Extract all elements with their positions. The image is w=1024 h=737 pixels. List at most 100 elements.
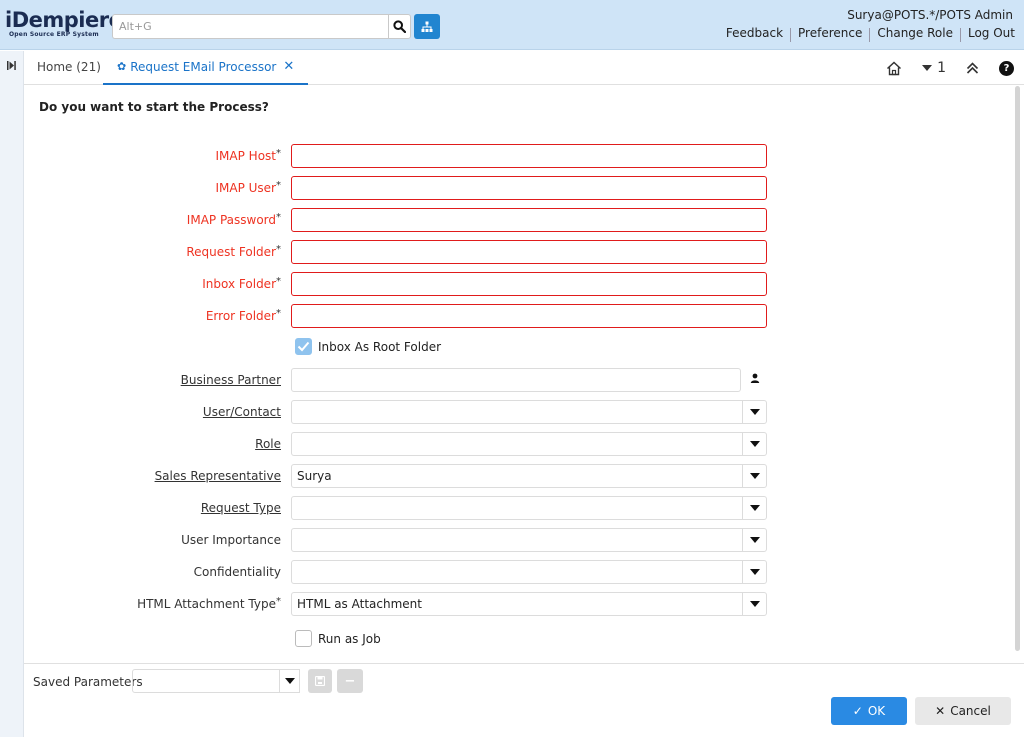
- user-importance-select[interactable]: [291, 528, 767, 552]
- cancel-label: Cancel: [950, 704, 991, 718]
- sales-rep-label[interactable]: Sales Representative: [155, 469, 281, 483]
- caret-down-icon: [750, 505, 760, 511]
- user-contact-row: User/Contact: [24, 400, 1020, 424]
- request-type-label[interactable]: Request Type: [201, 501, 281, 515]
- double-chevron-up-icon[interactable]: [966, 62, 979, 74]
- sales-rep-row: Sales Representative Surya: [24, 464, 1020, 488]
- user-importance-row: User Importance: [24, 528, 1020, 552]
- saved-parameters-select[interactable]: [132, 669, 280, 693]
- global-search-input[interactable]: Alt+G: [112, 14, 388, 39]
- check-icon: ✓: [852, 704, 863, 718]
- request-folder-input[interactable]: [291, 240, 767, 264]
- html-attachment-type-label: HTML Attachment Type*: [137, 596, 281, 611]
- imap-user-row: IMAP User*: [24, 176, 1020, 200]
- run-as-job-row[interactable]: Run as Job: [295, 630, 381, 647]
- imap-host-input[interactable]: [291, 144, 767, 168]
- logo-subtitle: Open Source ERP System: [9, 31, 99, 38]
- business-partner-row: Business Partner: [24, 368, 1020, 392]
- close-icon: ✕: [935, 704, 946, 718]
- tab-request-email-processor[interactable]: ✿ Request EMail Processor ✕: [103, 51, 309, 85]
- inbox-folder-input[interactable]: [291, 272, 767, 296]
- confidentiality-select[interactable]: [291, 560, 767, 584]
- caret-down-icon: [750, 441, 760, 447]
- search-button[interactable]: [388, 14, 411, 39]
- delete-parameters-button[interactable]: −: [337, 669, 363, 693]
- floppy-disk-icon: [315, 676, 325, 686]
- expand-panel-icon[interactable]: [7, 61, 16, 70]
- idempiere-logo[interactable]: iDempiere Open Source ERP System: [5, 8, 123, 40]
- imap-user-label: IMAP User*: [215, 180, 281, 195]
- sales-rep-select[interactable]: Surya: [291, 464, 767, 488]
- imap-user-input[interactable]: [291, 176, 767, 200]
- imap-host-label: IMAP Host*: [215, 148, 281, 163]
- save-parameters-button[interactable]: [308, 669, 332, 693]
- error-folder-label: Error Folder*: [205, 308, 281, 323]
- imap-password-input[interactable]: [291, 208, 767, 232]
- dialog-footer: Saved Parameters − ✓ OK ✕ Cancel: [24, 663, 1024, 737]
- confidentiality-label: Confidentiality: [193, 565, 281, 579]
- tab-list-dropdown[interactable]: 1: [922, 60, 946, 76]
- header-links: Feedback Preference Change Role Log Out: [719, 26, 1015, 42]
- sitemap-icon: [421, 21, 433, 32]
- inbox-root-checkbox[interactable]: [295, 338, 312, 355]
- check-icon: [297, 341, 310, 352]
- help-icon[interactable]: ?: [999, 60, 1014, 76]
- confidentiality-dropdown-button[interactable]: [742, 560, 767, 584]
- role-row: Role: [24, 432, 1020, 456]
- html-attachment-type-dropdown-button[interactable]: [742, 592, 767, 616]
- top-header: iDempiere Open Source ERP System Alt+G S…: [0, 0, 1024, 50]
- role-label[interactable]: Role: [255, 437, 281, 451]
- home-icon[interactable]: [886, 60, 902, 76]
- change-role-link[interactable]: Change Role: [870, 26, 960, 42]
- sales-rep-dropdown-button[interactable]: [742, 464, 767, 488]
- person-icon[interactable]: [750, 373, 760, 383]
- error-folder-row: Error Folder*: [24, 304, 1020, 328]
- close-icon[interactable]: ✕: [283, 60, 294, 83]
- preference-link[interactable]: Preference: [791, 26, 869, 42]
- business-partner-input[interactable]: [291, 368, 741, 392]
- user-role-label: Surya@POTS.*/POTS Admin: [847, 8, 1013, 22]
- feedback-link[interactable]: Feedback: [719, 26, 790, 42]
- search-icon: [393, 20, 406, 33]
- logout-link[interactable]: Log Out: [961, 26, 1015, 42]
- inbox-folder-row: Inbox Folder*: [24, 272, 1020, 296]
- role-dropdown-button[interactable]: [742, 432, 767, 456]
- user-importance-dropdown-button[interactable]: [742, 528, 767, 552]
- tab-home[interactable]: Home (21): [37, 60, 101, 74]
- tab-label: Request EMail Processor: [130, 60, 277, 74]
- user-importance-label: User Importance: [181, 533, 281, 547]
- role-select[interactable]: [291, 432, 767, 456]
- minus-icon: −: [344, 673, 356, 689]
- html-attachment-type-select[interactable]: HTML as Attachment: [291, 592, 767, 616]
- cancel-button[interactable]: ✕ Cancel: [915, 697, 1011, 725]
- inbox-root-label: Inbox As Root Folder: [318, 339, 442, 354]
- ok-button[interactable]: ✓ OK: [831, 697, 907, 725]
- request-type-select[interactable]: [291, 496, 767, 520]
- logo-text: iDempiere: [5, 8, 123, 32]
- process-question: Do you want to start the Process?: [39, 100, 269, 114]
- request-type-row: Request Type: [24, 496, 1020, 520]
- imap-password-row: IMAP Password*: [24, 208, 1020, 232]
- imap-password-label: IMAP Password*: [186, 212, 281, 227]
- inbox-folder-label: Inbox Folder*: [202, 276, 281, 291]
- tab-bar: Home (21) ✿ Request EMail Processor ✕ 1 …: [24, 51, 1024, 85]
- imap-host-row: IMAP Host*: [24, 144, 1020, 168]
- run-as-job-checkbox[interactable]: [295, 630, 312, 647]
- saved-parameters-dropdown-button[interactable]: [280, 669, 300, 693]
- process-dialog: Do you want to start the Process? IMAP H…: [24, 86, 1020, 664]
- business-partner-label[interactable]: Business Partner: [181, 373, 281, 387]
- inbox-root-row[interactable]: Inbox As Root Folder: [295, 338, 441, 355]
- west-panel-collapsed: [0, 51, 24, 737]
- confidentiality-row: Confidentiality: [24, 560, 1020, 584]
- menu-tree-button[interactable]: [414, 14, 440, 39]
- request-folder-label: Request Folder*: [186, 244, 281, 259]
- user-contact-dropdown-button[interactable]: [742, 400, 767, 424]
- run-as-job-label: Run as Job: [318, 631, 381, 646]
- caret-down-icon: [284, 678, 295, 684]
- request-type-dropdown-button[interactable]: [742, 496, 767, 520]
- user-contact-label[interactable]: User/Contact: [203, 405, 281, 419]
- user-contact-select[interactable]: [291, 400, 767, 424]
- ok-label: OK: [867, 704, 886, 718]
- error-folder-input[interactable]: [291, 304, 767, 328]
- open-tab-count: 1: [937, 60, 946, 76]
